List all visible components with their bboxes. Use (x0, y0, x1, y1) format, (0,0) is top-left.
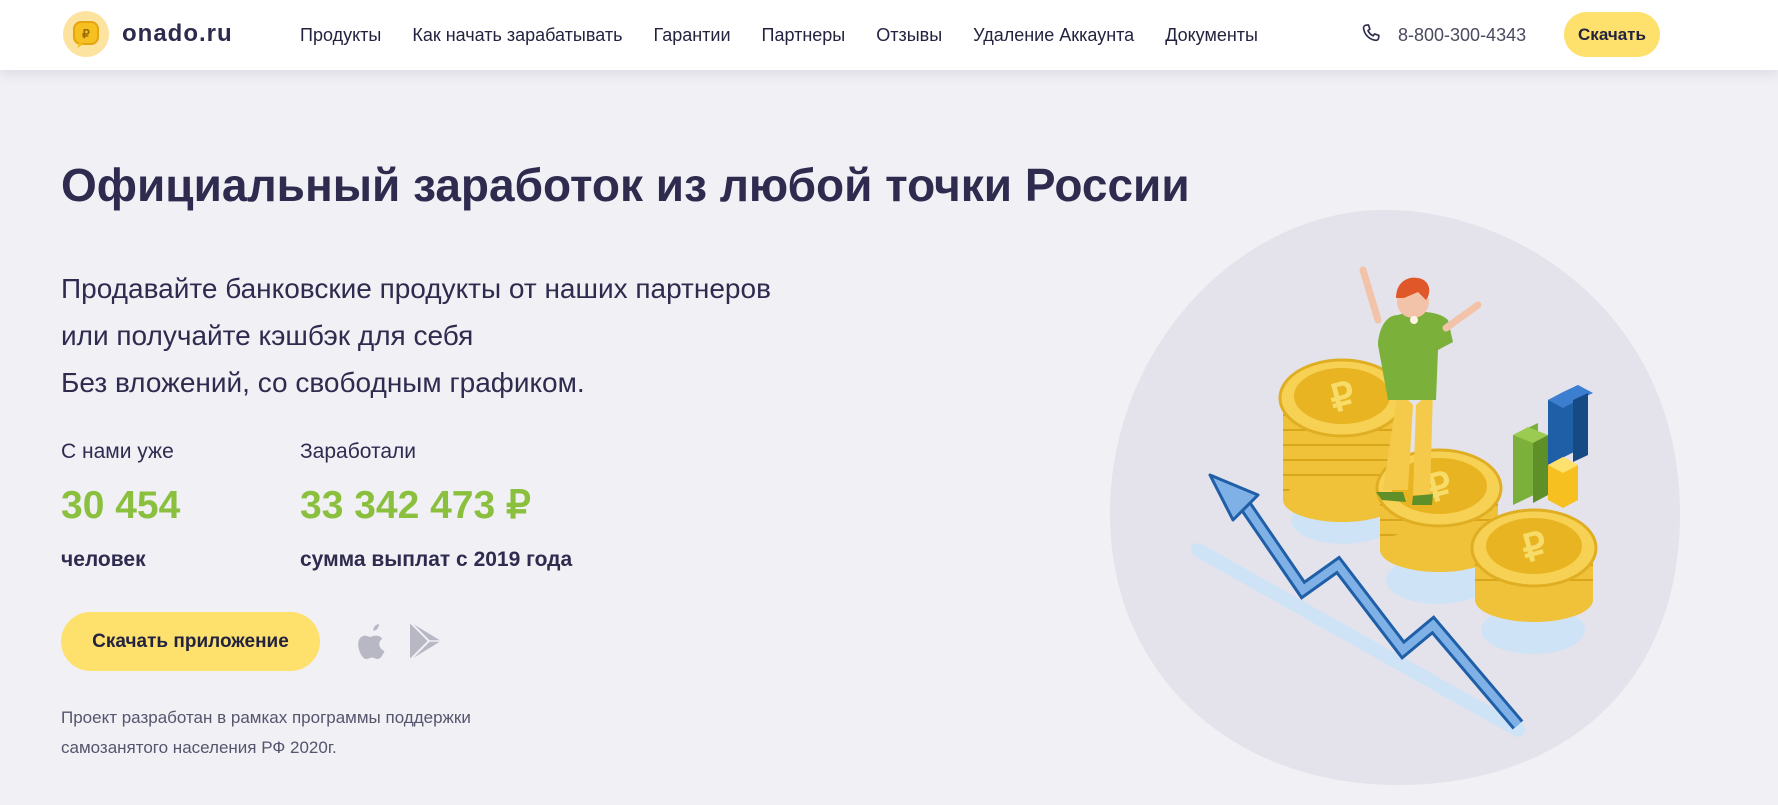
logo-text: onado.ru (122, 20, 233, 47)
stat-caption: человек (61, 548, 146, 571)
stat-users: С нами уже 30 454 человек (61, 440, 180, 572)
download-app-button[interactable]: Скачать приложение (61, 612, 320, 671)
phone-number: 8-800-300-4343 (1398, 24, 1527, 45)
google-play-icon[interactable] (405, 620, 445, 667)
nav-documents[interactable]: Документы (1165, 25, 1258, 46)
footnote-line: самозанятого населения РФ 2020г. (61, 738, 337, 757)
footnote: Проект разработан в рамках программы под… (61, 703, 581, 763)
hero-subtitle: Продавайте банковские продукты от наших … (61, 265, 771, 406)
nav-products[interactable]: Продукты (300, 25, 381, 46)
subtitle-line: Без вложений, со свободным графиком. (61, 367, 585, 398)
nav-reviews[interactable]: Отзывы (876, 25, 942, 46)
phone-icon (1360, 22, 1382, 49)
main-nav: Продукты Как начать зарабатывать Гаранти… (300, 0, 1289, 70)
nav-partners[interactable]: Партнеры (762, 25, 846, 46)
apple-icon[interactable] (355, 620, 391, 667)
page-title: Официальный заработок из любой точки Рос… (61, 159, 1190, 211)
subtitle-line: или получайте кэшбэк для себя (61, 320, 474, 351)
subtitle-line: Продавайте банковские продукты от наших … (61, 273, 771, 304)
stat-label: С нами уже (61, 440, 174, 463)
nav-how-to-earn[interactable]: Как начать зарабатывать (412, 25, 622, 46)
nav-guarantees[interactable]: Гарантии (653, 25, 730, 46)
stat-value: 33 342 473 ₽ (300, 484, 531, 527)
coin-stack: ₽ (1470, 508, 1598, 622)
download-button[interactable]: Скачать (1564, 12, 1660, 57)
stat-caption: сумма выплат с 2019 года (300, 548, 573, 571)
stat-label: Заработали (300, 440, 417, 463)
nav-delete-account[interactable]: Удаление Аккаунта (973, 25, 1134, 46)
site-header: ₽ onado.ru Продукты Как начать зарабатыв… (0, 0, 1778, 70)
stat-value: 30 454 (61, 484, 181, 527)
phone-link[interactable]: 8-800-300-4343 (1360, 0, 1526, 70)
hero-illustration: ₽ ₽ ₽ (1108, 209, 1683, 790)
store-links (355, 620, 459, 667)
logo[interactable]: ₽ onado.ru (63, 11, 233, 57)
stat-earned: Заработали 33 342 473 ₽ сумма выплат с 2… (300, 440, 572, 572)
footnote-line: Проект разработан в рамках программы под… (61, 708, 471, 727)
svg-text:₽: ₽ (82, 27, 90, 41)
ruble-coin-icon: ₽ (63, 11, 109, 57)
